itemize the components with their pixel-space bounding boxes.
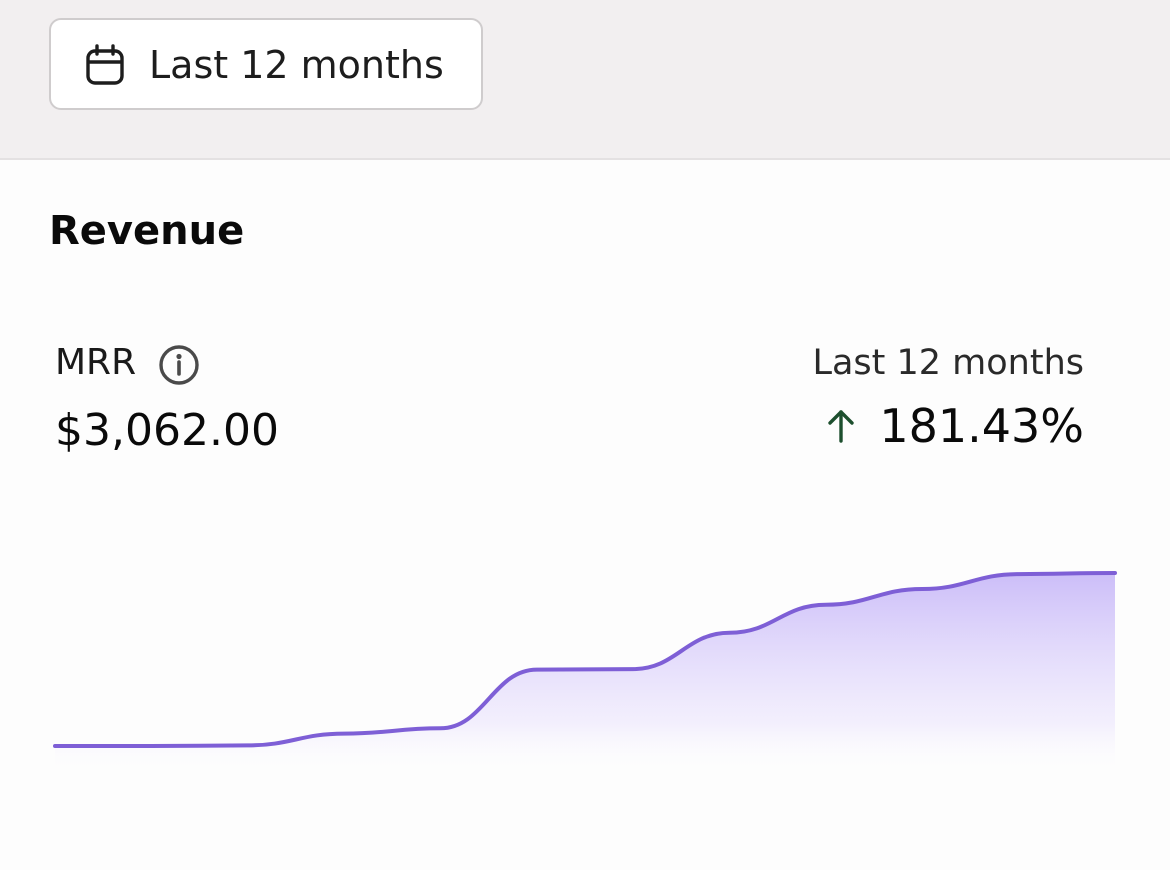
chart-point bbox=[438, 725, 444, 731]
chart-point bbox=[245, 742, 251, 748]
change-value: 181.43% bbox=[879, 399, 1084, 453]
top-toolbar: Last 12 months bbox=[0, 0, 1170, 160]
metric-label: MRR bbox=[55, 342, 137, 383]
chart-point bbox=[727, 630, 733, 636]
card-title: Revenue bbox=[49, 208, 245, 254]
chart-point bbox=[1112, 570, 1118, 576]
change-indicator: 181.43% bbox=[827, 398, 1084, 454]
chart-point bbox=[52, 743, 58, 749]
chart-point bbox=[534, 667, 540, 673]
comparison-period-label: Last 12 months bbox=[812, 343, 1084, 383]
arrow-up-icon bbox=[828, 410, 855, 443]
metric-value: $3,062.00 bbox=[55, 405, 279, 456]
calendar-icon bbox=[86, 44, 124, 85]
date-range-button[interactable]: Last 12 months bbox=[49, 18, 483, 110]
info-icon[interactable] bbox=[158, 344, 200, 386]
mrr-area-chart bbox=[52, 570, 1118, 775]
chart-point bbox=[148, 743, 154, 749]
chart-point bbox=[1016, 571, 1022, 577]
chart-point bbox=[919, 586, 925, 592]
chart-point bbox=[630, 666, 636, 672]
chart-point bbox=[341, 731, 347, 737]
date-range-label: Last 12 months bbox=[149, 43, 444, 87]
chart-point bbox=[823, 602, 829, 608]
